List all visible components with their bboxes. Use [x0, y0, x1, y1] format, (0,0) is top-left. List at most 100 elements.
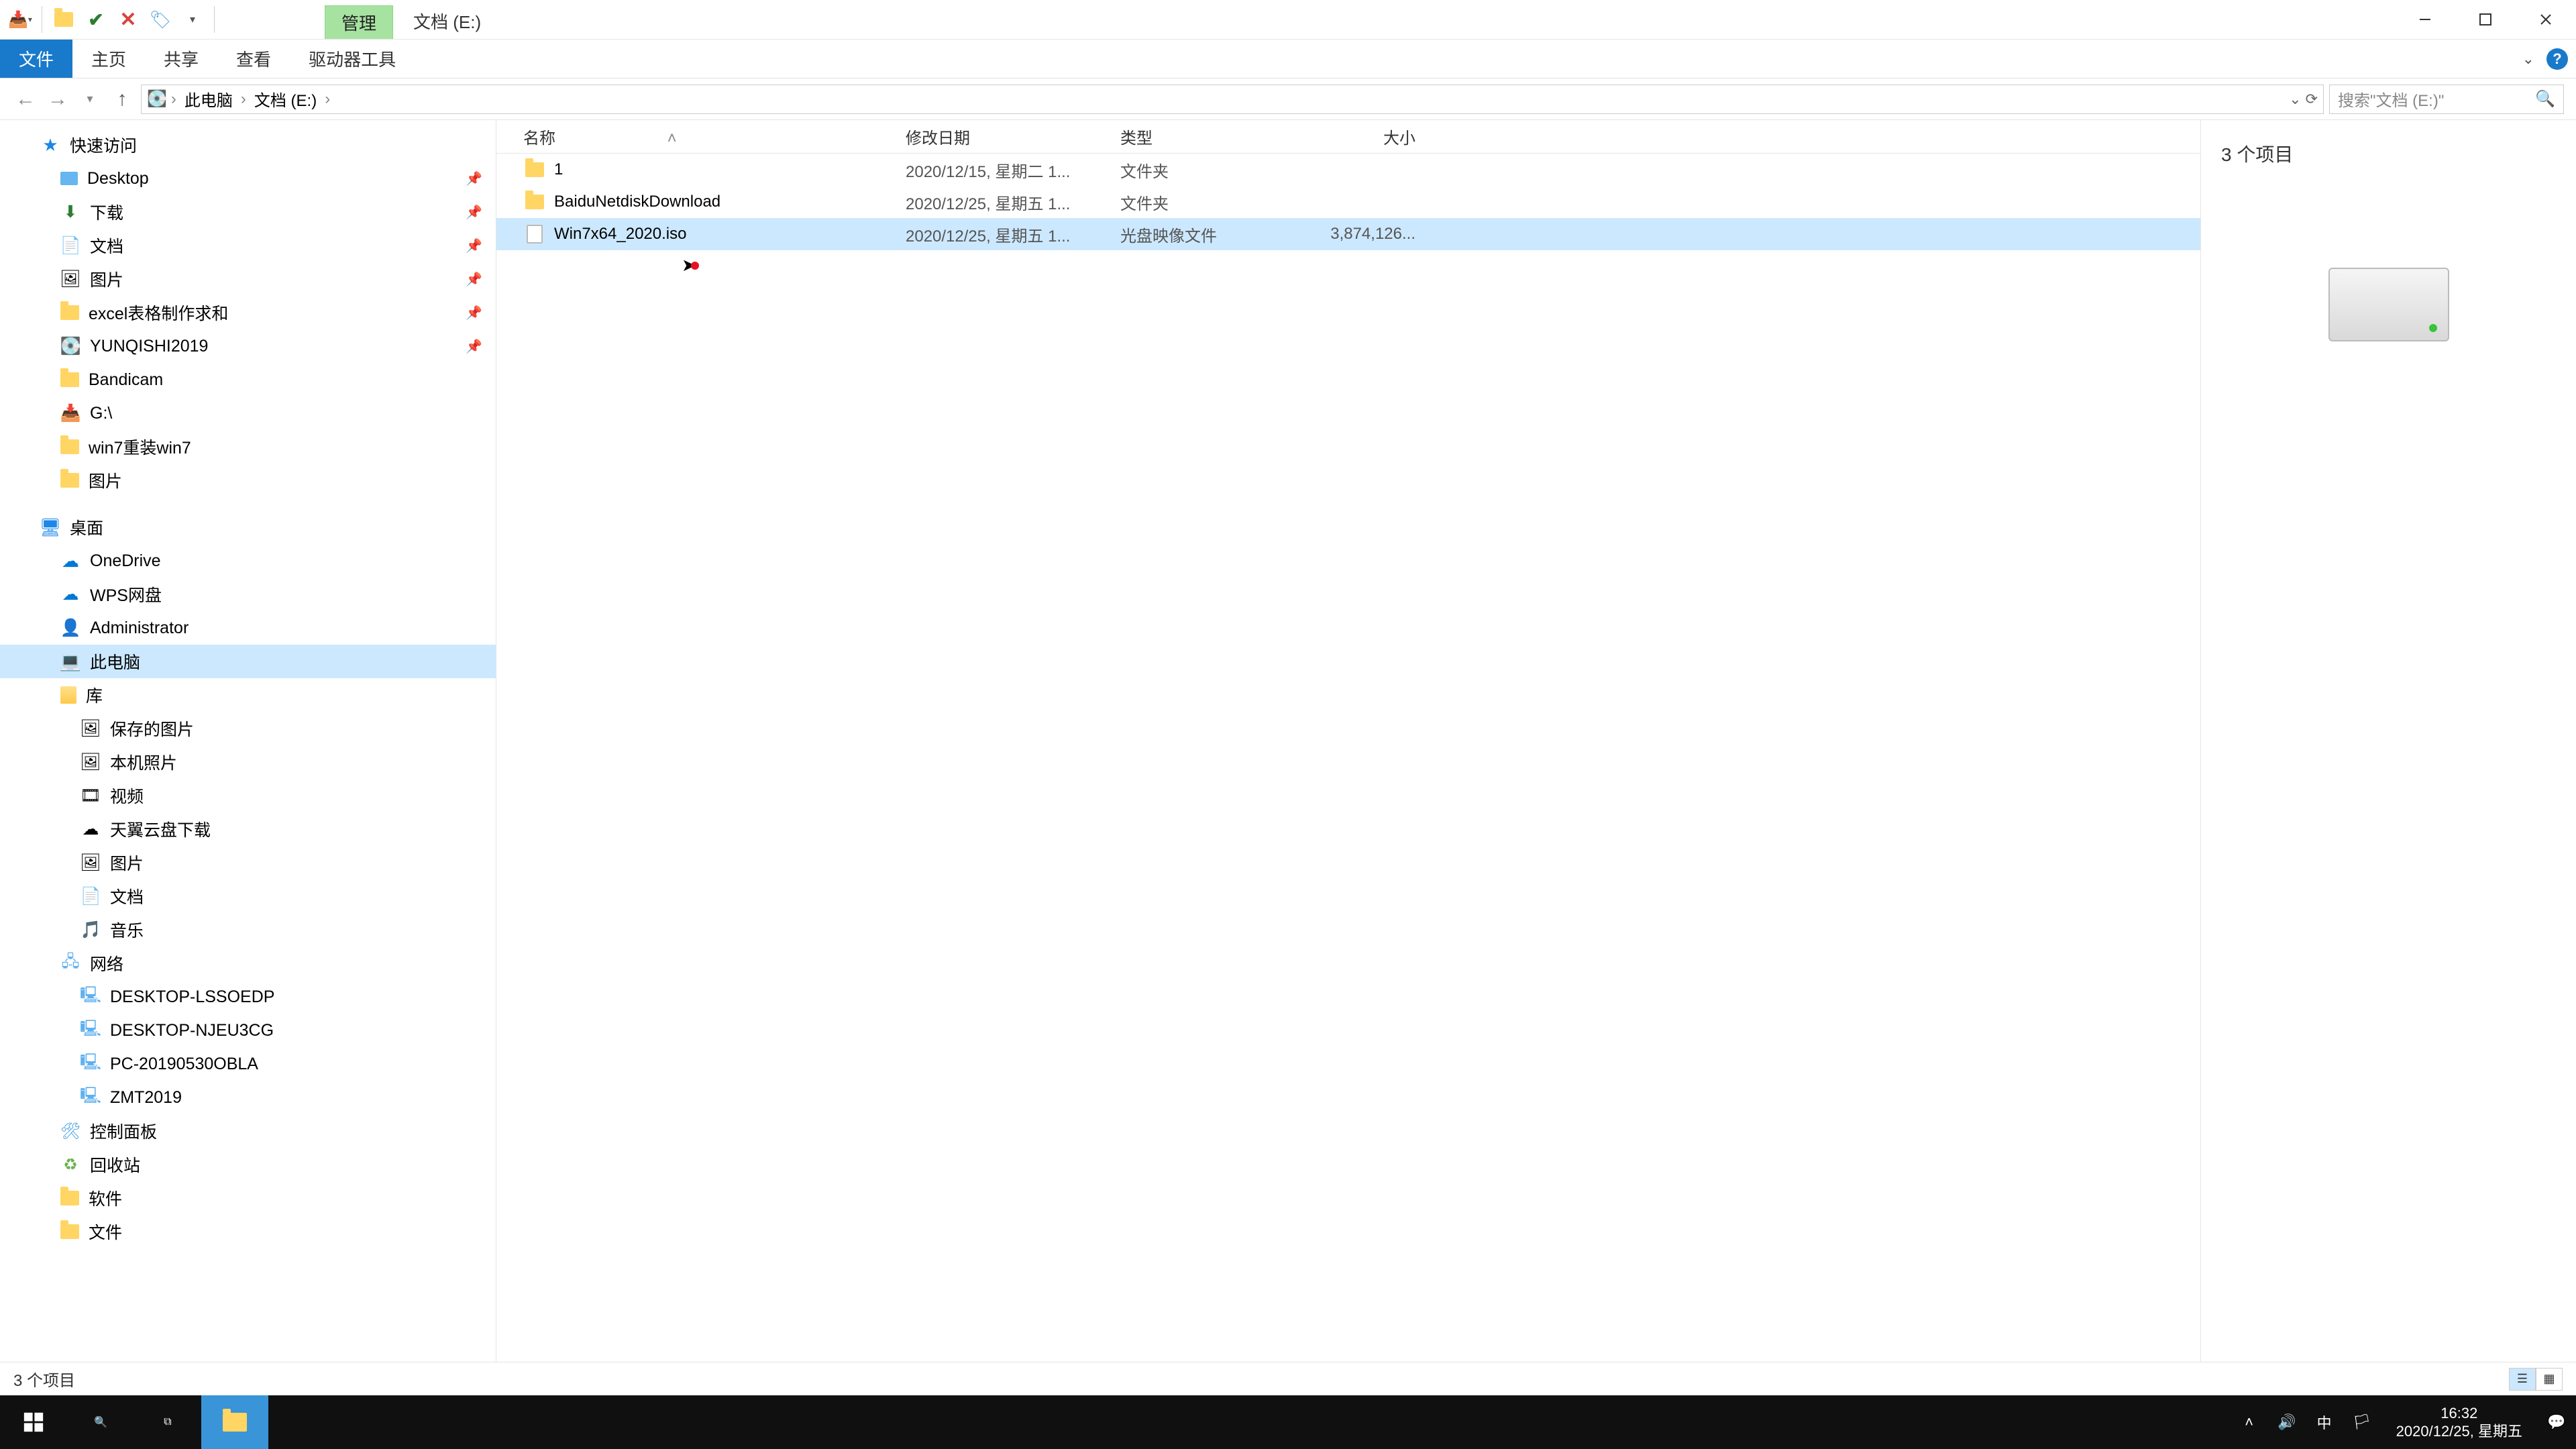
col-header-date[interactable]: 修改日期 — [906, 125, 1120, 148]
breadcrumb-drive[interactable]: 文档 (E:) — [250, 85, 321, 113]
qat-check-icon[interactable]: ✔ — [81, 5, 111, 34]
tree-onedrive[interactable]: ☁OneDrive — [0, 544, 496, 578]
task-view-button[interactable]: ⧉ — [134, 1395, 201, 1449]
tree-qa-g[interactable]: 📥G:\ — [0, 396, 496, 430]
tree-qa-yunqishi[interactable]: 💽YUNQISHI2019📌 — [0, 329, 496, 363]
navigation-tree[interactable]: ★快速访问 Desktop📌 ⬇下载📌 📄文档📌 🖼图片📌 excel表格制作求… — [0, 120, 496, 1362]
ribbon-tab-share[interactable]: 共享 — [145, 40, 217, 78]
tree-qa-downloads[interactable]: ⬇下载📌 — [0, 195, 496, 229]
nav-recent-button[interactable]: ▾ — [76, 86, 103, 113]
search-input[interactable]: 搜索"文档 (E:)" 🔍 — [2329, 85, 2564, 114]
file-type: 文件夹 — [1120, 191, 1295, 214]
ribbon-tab-file[interactable]: 文件 — [0, 40, 72, 78]
search-icon[interactable]: 🔍 — [2535, 89, 2555, 109]
qat-customize-icon[interactable]: ▾ — [178, 5, 207, 34]
tray-time: 16:32 — [2396, 1404, 2522, 1423]
file-date: 2020/12/25, 星期五 1... — [906, 191, 1120, 214]
help-icon[interactable]: ? — [2546, 48, 2568, 70]
tree-qa-bandicam[interactable]: Bandicam — [0, 363, 496, 396]
qat-properties-icon[interactable]: 🏷 — [146, 5, 175, 34]
tree-lib-videos[interactable]: 🎞视频 — [0, 779, 496, 812]
view-icons-button[interactable]: ▦ — [2536, 1368, 2563, 1391]
tree-net-4[interactable]: 🖳ZMT2019 — [0, 1081, 496, 1114]
taskbar-search-button[interactable]: 🔍 — [67, 1395, 134, 1449]
ribbon-tab-home[interactable]: 主页 — [72, 40, 145, 78]
file-date: 2020/12/25, 星期五 1... — [906, 223, 1120, 246]
col-header-type[interactable]: 类型 — [1120, 125, 1295, 148]
ribbon-tab-drive-tools[interactable]: 驱动器工具 — [290, 40, 415, 78]
tree-qa-win7[interactable]: win7重装win7 — [0, 430, 496, 464]
tray-ime-icon[interactable]: 中 — [2312, 1409, 2337, 1435]
tree-qa-pictures[interactable]: 🖼图片📌 — [0, 262, 496, 296]
tree-lib-camera[interactable]: 🖼本机照片 — [0, 745, 496, 779]
chevron-right-icon[interactable]: › — [170, 90, 178, 109]
column-headers: 名称 ˄ 修改日期 类型 大小 — [496, 120, 2200, 154]
minimize-button[interactable] — [2395, 0, 2455, 39]
ribbon-context-tab[interactable]: 管理 — [325, 5, 393, 39]
tree-control-panel[interactable]: 🛠控制面板 — [0, 1114, 496, 1148]
tree-libraries[interactable]: 库 — [0, 678, 496, 712]
ribbon-tab-view[interactable]: 查看 — [217, 40, 290, 78]
tree-net-1[interactable]: 🖳DESKTOP-LSSOEDP — [0, 980, 496, 1014]
sort-asc-icon: ˄ — [667, 129, 677, 148]
file-date: 2020/12/15, 星期二 1... — [906, 158, 1120, 182]
tree-files[interactable]: 文件 — [0, 1215, 496, 1248]
file-row[interactable]: BaiduNetdiskDownload2020/12/25, 星期五 1...… — [496, 186, 2200, 218]
col-header-size[interactable]: 大小 — [1295, 125, 1415, 148]
address-path[interactable]: 💽 › 此电脑 › 文档 (E:) › ⌄ ⟳ — [141, 85, 2324, 114]
tree-qa-documents[interactable]: 📄文档📌 — [0, 229, 496, 262]
tray-flag-icon[interactable]: 🏳 — [2349, 1409, 2375, 1435]
start-button[interactable] — [0, 1395, 67, 1449]
qat-app-icon[interactable]: 📥▾ — [5, 5, 35, 34]
tree-qa-pictures2[interactable]: 图片 — [0, 464, 496, 497]
tree-lib-music[interactable]: 🎵音乐 — [0, 913, 496, 947]
tree-desktop-root[interactable]: 🖥桌面 — [0, 511, 496, 544]
quick-access-toolbar: 📥▾ ✔ ✕ 🏷 ▾ — [0, 0, 224, 39]
preview-title: 3 个项目 — [2221, 140, 2293, 167]
tray-clock[interactable]: 16:32 2020/12/25, 星期五 — [2387, 1404, 2532, 1441]
tray-volume-icon[interactable]: 🔊 — [2274, 1409, 2300, 1435]
view-details-button[interactable]: ☰ — [2509, 1368, 2536, 1391]
tree-net-3[interactable]: 🖳PC-20190530OBLA — [0, 1047, 496, 1081]
window-title: 文档 (E:) — [393, 3, 501, 39]
nav-back-button[interactable]: ← — [12, 86, 39, 113]
tray-date: 2020/12/25, 星期五 — [2396, 1422, 2522, 1441]
refresh-icon[interactable]: ⟳ — [2306, 91, 2318, 108]
nav-forward-button[interactable]: → — [44, 86, 71, 113]
chevron-right-icon[interactable]: › — [323, 90, 331, 109]
tree-recycle-bin[interactable]: ♻回收站 — [0, 1148, 496, 1181]
tray-chevron-up-icon[interactable]: ˄ — [2237, 1409, 2262, 1435]
tree-quick-access[interactable]: ★快速访问 — [0, 128, 496, 162]
col-header-name[interactable]: 名称 ˄ — [523, 125, 906, 148]
taskbar-explorer-button[interactable] — [201, 1395, 268, 1449]
tree-thispc[interactable]: 💻此电脑 — [0, 645, 496, 678]
nav-up-button[interactable]: ↑ — [109, 86, 136, 113]
tree-soft[interactable]: 软件 — [0, 1181, 496, 1215]
tree-network[interactable]: 🖧网络 — [0, 947, 496, 980]
close-button[interactable] — [2516, 0, 2576, 39]
file-row[interactable]: 12020/12/15, 星期二 1...文件夹 — [496, 154, 2200, 186]
pin-icon: 📌 — [466, 204, 482, 221]
taskbar: 🔍 ⧉ ˄ 🔊 中 🏳 16:32 2020/12/25, 星期五 💬 — [0, 1395, 2576, 1449]
chevron-right-icon[interactable]: › — [239, 90, 248, 109]
addr-dropdown-icon[interactable]: ⌄ — [2289, 91, 2301, 108]
tree-lib-pictures[interactable]: 🖼图片 — [0, 846, 496, 879]
address-bar: ← → ▾ ↑ 💽 › 此电脑 › 文档 (E:) › ⌄ ⟳ 搜索"文档 (E… — [0, 78, 2576, 120]
ribbon-expand-icon[interactable]: ⌄ — [2517, 45, 2540, 73]
file-row[interactable]: Win7x64_2020.iso2020/12/25, 星期五 1...光盘映像… — [496, 218, 2200, 250]
tree-lib-tianyi[interactable]: ☁天翼云盘下载 — [0, 812, 496, 846]
tree-lib-docs[interactable]: 📄文档 — [0, 879, 496, 913]
drive-preview-icon — [2328, 268, 2449, 341]
tree-qa-excel[interactable]: excel表格制作求和📌 — [0, 296, 496, 329]
breadcrumb-thispc[interactable]: 此电脑 — [180, 85, 237, 113]
maximize-button[interactable] — [2455, 0, 2516, 39]
qat-new-folder-icon[interactable] — [49, 5, 78, 34]
tree-admin[interactable]: 👤Administrator — [0, 611, 496, 645]
tree-qa-desktop[interactable]: Desktop📌 — [0, 162, 496, 195]
tree-lib-saved[interactable]: 🖼保存的图片 — [0, 712, 496, 745]
tree-wps[interactable]: ☁WPS网盘 — [0, 578, 496, 611]
tree-net-2[interactable]: 🖳DESKTOP-NJEU3CG — [0, 1014, 496, 1047]
file-list[interactable]: 名称 ˄ 修改日期 类型 大小 12020/12/15, 星期二 1...文件夹… — [496, 120, 2200, 1362]
qat-delete-icon[interactable]: ✕ — [113, 5, 143, 34]
action-center-icon[interactable]: 💬 — [2544, 1409, 2569, 1435]
